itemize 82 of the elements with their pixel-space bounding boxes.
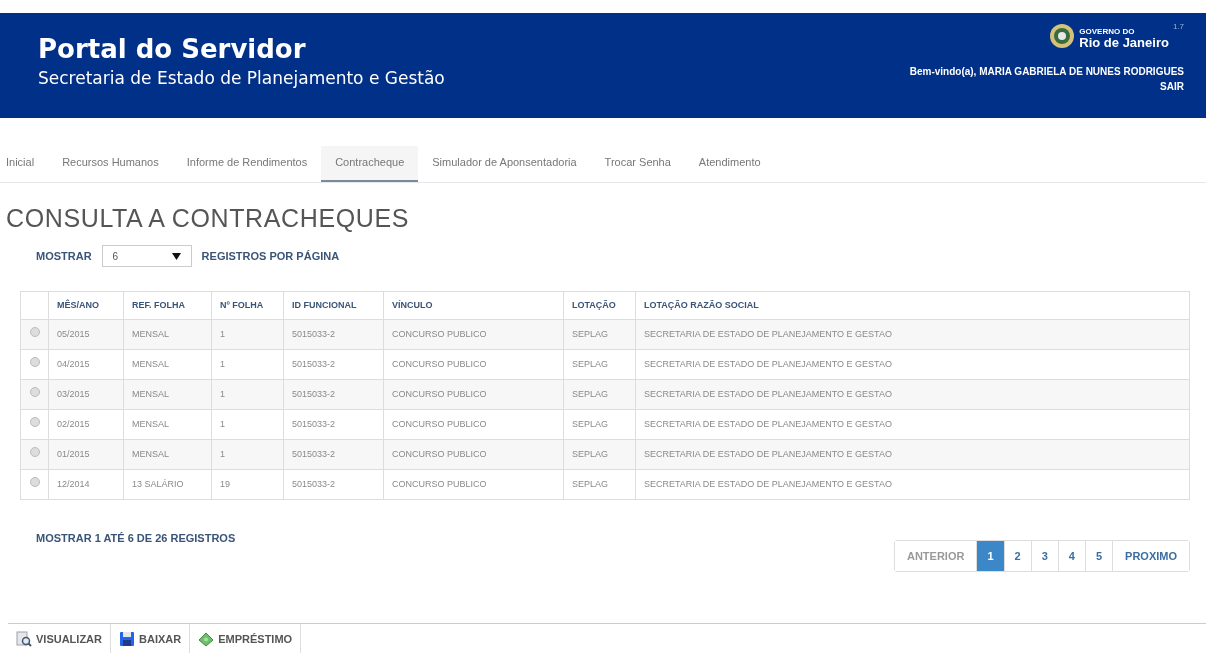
table-cell: 1 <box>211 349 284 380</box>
row-radio[interactable] <box>29 417 40 428</box>
logo-caption: GOVERNO DO <box>1079 27 1136 36</box>
toolbar-button[interactable]: EMPRÉSTIMO <box>190 624 302 653</box>
column-header: LOTAÇÃO <box>563 291 636 320</box>
table-cell: 5015033-2 <box>283 469 384 500</box>
logout-link[interactable]: SAIR <box>1160 79 1184 94</box>
banknote-icon <box>198 631 215 647</box>
nav-tab[interactable]: Contracheque <box>321 145 419 182</box>
per-page-label: REGISTROS POR PÁGINA <box>201 248 340 264</box>
nav-tab[interactable]: Informe de Rendimentos <box>172 145 322 182</box>
table-cell: 04/2015 <box>48 349 124 380</box>
table-cell: 1 <box>211 439 284 470</box>
row-radio[interactable] <box>29 477 40 488</box>
row-radio[interactable] <box>29 447 40 458</box>
table-cell: MENSAL <box>123 349 212 380</box>
table-cell: SEPLAG <box>563 409 636 440</box>
page-title: CONSULTA A CONTRACHEQUES <box>6 203 410 234</box>
table-cell: 01/2015 <box>48 439 124 470</box>
nav-tab[interactable]: Inicial <box>0 145 49 182</box>
table-cell: SEPLAG <box>563 439 636 470</box>
version-label: 1.7 <box>1172 21 1184 33</box>
column-header: REF. FOLHA <box>123 291 212 320</box>
table-cell: 5015033-2 <box>283 409 384 440</box>
table-cell: 5015033-2 <box>283 439 384 470</box>
column-header: Nº FOLHA <box>211 291 284 320</box>
table-cell: SEPLAG <box>563 469 636 500</box>
logo-text: Rio de Janeiro <box>1079 36 1169 50</box>
table-cell: CONCURSO PUBLICO <box>383 319 564 350</box>
table-cell: MENSAL <box>123 439 212 470</box>
table-cell: 5015033-2 <box>283 379 384 410</box>
table-cell: CONCURSO PUBLICO <box>383 469 564 500</box>
table-cell: 1 <box>211 319 284 350</box>
table-cell: MENSAL <box>123 409 212 440</box>
table-cell: MENSAL <box>123 379 212 410</box>
row-radio[interactable] <box>29 327 40 338</box>
table-cell: SEPLAG <box>563 379 636 410</box>
table-cell: CONCURSO PUBLICO <box>383 409 564 440</box>
pagination-link[interactable]: PROXIMO <box>1112 541 1189 571</box>
table-cell: SECRETARIA DE ESTADO DE PLANEJAMENTO E GESTAO <box>635 349 1190 380</box>
nav-tab[interactable]: Trocar Senha <box>590 145 685 182</box>
column-header: LOTAÇÃO RAZÃO SOCIAL <box>635 291 1190 320</box>
table-cell: SECRETARIA DE ESTADO DE PLANEJAMENTO E GESTAO <box>635 409 1190 440</box>
page-size-select[interactable]: 6 <box>101 245 192 267</box>
table-cell: SECRETARIA DE ESTADO DE PLANEJAMENTO E GESTAO <box>635 319 1190 350</box>
table-cell: CONCURSO PUBLICO <box>383 379 564 410</box>
table-cell: 03/2015 <box>48 379 124 410</box>
nav-tab[interactable]: Simulador de Aponsentadoria <box>418 145 591 182</box>
column-header: VÍNCULO <box>383 291 564 320</box>
table-cell: SECRETARIA DE ESTADO DE PLANEJAMENTO E GESTAO <box>635 379 1190 410</box>
table-cell: SECRETARIA DE ESTADO DE PLANEJAMENTO E GESTAO <box>635 469 1190 500</box>
table-cell: SECRETARIA DE ESTADO DE PLANEJAMENTO E GESTAO <box>635 439 1190 470</box>
records-summary: MOSTRAR 1 ATÉ 6 DE 26 REGISTROS <box>36 531 236 546</box>
table-cell: SEPLAG <box>563 319 636 350</box>
welcome-text: Bem-vindo(a), MARIA GABRIELA DE NUNES RODRIGUES <box>909 65 1184 79</box>
table-cell: 13 SALÁRIO <box>123 469 212 500</box>
table-cell: 12/2014 <box>48 469 124 500</box>
table-cell: CONCURSO PUBLICO <box>383 349 564 380</box>
column-header: ID FUNCIONAL <box>283 291 384 320</box>
row-radio[interactable] <box>29 387 40 398</box>
page-button[interactable]: 1 <box>976 541 1004 571</box>
dropdown-caret-icon <box>171 252 181 260</box>
table-cell: SEPLAG <box>563 349 636 380</box>
nav-tab[interactable]: Recursos Humanos <box>48 145 173 182</box>
table-cell: 19 <box>211 469 284 500</box>
magnifier-page-icon <box>16 631 32 647</box>
toolbar-button[interactable]: VISUALIZAR <box>8 624 111 653</box>
table-cell: MENSAL <box>123 319 212 350</box>
row-radio[interactable] <box>29 357 40 368</box>
portal-title: Portal do Servidor <box>38 33 307 65</box>
toolbar-button[interactable]: BAIXAR <box>111 624 191 653</box>
table-cell: 1 <box>211 379 284 410</box>
column-header: MÊS/ANO <box>48 291 124 320</box>
portal-subtitle: Secretaria de Estado de Planejamento e Gestão <box>38 67 445 90</box>
table-cell: 02/2015 <box>48 409 124 440</box>
table-cell: CONCURSO PUBLICO <box>383 439 564 470</box>
nav-tab[interactable]: Atendimento <box>684 145 775 182</box>
show-label: MOSTRAR <box>36 248 92 264</box>
table-cell: 5015033-2 <box>283 319 384 350</box>
table-cell: 5015033-2 <box>283 349 384 380</box>
table-cell: 1 <box>211 409 284 440</box>
table-cell: 05/2015 <box>48 319 124 350</box>
